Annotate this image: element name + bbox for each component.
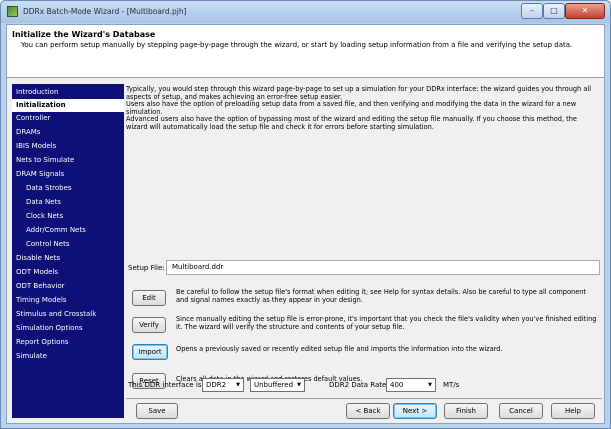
- finish-button[interactable]: Finish: [444, 403, 488, 419]
- chevron-down-icon: ▼: [236, 382, 240, 388]
- import-description: Opens a previously saved or recently edi…: [176, 345, 503, 353]
- back-button[interactable]: < Back: [346, 403, 390, 419]
- nav-item-addr-comm-nets[interactable]: Addr/Comm Nets: [12, 224, 124, 237]
- data-rate-select[interactable]: 400 ▼: [386, 378, 436, 392]
- setup-file-input[interactable]: Multiboard.ddr: [166, 260, 600, 275]
- edit-button[interactable]: Edit: [132, 290, 166, 306]
- nav-item-introduction[interactable]: Introduction: [12, 86, 124, 99]
- nav-item-odt-behavior[interactable]: ODT Behavior: [12, 280, 124, 293]
- maximize-button[interactable]: □: [543, 3, 565, 19]
- intro-text: Typically, you would step through this w…: [126, 85, 600, 132]
- data-rate-value: 400: [390, 381, 404, 389]
- verify-button[interactable]: Verify: [132, 317, 166, 333]
- nav-item-simulate[interactable]: Simulate: [12, 350, 124, 363]
- nav-item-dram-signals[interactable]: DRAM Signals: [12, 168, 124, 181]
- save-button[interactable]: Save: [136, 403, 178, 419]
- interface-label: This DDR interface is:: [128, 381, 204, 389]
- interface-type-select[interactable]: DDR2 ▼: [202, 378, 244, 392]
- verify-description: Since manually editing the setup file is…: [176, 315, 597, 331]
- intro-paragraph: Advanced users also have the option of b…: [126, 115, 577, 131]
- minimize-icon: –: [530, 6, 534, 15]
- nav-item-control-nets[interactable]: Control Nets: [12, 238, 124, 251]
- next-button[interactable]: Next >: [393, 403, 437, 419]
- button-bar: Save < Back Next > Finish Cancel Help: [126, 398, 602, 420]
- wizard-window: DDRx Batch-Mode Wizard - [Multiboard.pjh…: [0, 0, 611, 429]
- nav-item-initialization[interactable]: Initialization: [12, 99, 124, 112]
- minimize-button[interactable]: –: [521, 3, 543, 19]
- nav-item-ibis-models[interactable]: IBIS Models: [12, 140, 124, 153]
- nav-item-disable-nets[interactable]: Disable Nets: [12, 252, 124, 265]
- cancel-button[interactable]: Cancel: [499, 403, 543, 419]
- nav-item-drams[interactable]: DRAMs: [12, 126, 124, 139]
- setup-file-label: Setup File:: [128, 264, 165, 272]
- close-icon: ✕: [581, 6, 589, 15]
- maximize-icon: □: [550, 6, 558, 15]
- client-area: Initialize the Wizard's Database You can…: [6, 24, 605, 424]
- intro-paragraph: Users also have the option of preloading…: [126, 100, 577, 116]
- wizard-navigation: Introduction Initialization Controller D…: [12, 84, 124, 418]
- nav-item-odt-models[interactable]: ODT Models: [12, 266, 124, 279]
- nav-item-controller[interactable]: Controller: [12, 112, 124, 125]
- nav-item-nets-to-simulate[interactable]: Nets to Simulate: [12, 154, 124, 167]
- nav-item-timing-models[interactable]: Timing Models: [12, 294, 124, 307]
- data-rate-unit: MT/s: [443, 381, 460, 389]
- app-icon: [7, 6, 18, 17]
- title-bar[interactable]: DDRx Batch-Mode Wizard - [Multiboard.pjh…: [1, 1, 610, 23]
- intro-paragraph: Typically, you would step through this w…: [126, 85, 592, 101]
- help-button[interactable]: Help: [551, 403, 595, 419]
- nav-item-simulation-options[interactable]: Simulation Options: [12, 322, 124, 335]
- import-button[interactable]: Import: [132, 344, 168, 360]
- nav-item-data-nets[interactable]: Data Nets: [12, 196, 124, 209]
- interface-type-value: DDR2: [206, 381, 227, 389]
- page-description: You can perform setup manually by steppi…: [21, 41, 573, 49]
- data-rate-label: DDR2 Data Rate:: [329, 381, 389, 389]
- page-title: Initialize the Wizard's Database: [12, 30, 156, 39]
- chevron-down-icon: ▼: [428, 382, 432, 388]
- buffering-select[interactable]: Unbuffered ▼: [250, 378, 305, 392]
- nav-item-data-strobes[interactable]: Data Strobes: [12, 182, 124, 195]
- window-title: DDRx Batch-Mode Wizard - [Multiboard.pjh…: [23, 7, 187, 16]
- edit-description: Be careful to follow the setup file's fo…: [176, 288, 587, 304]
- nav-item-report-options[interactable]: Report Options: [12, 336, 124, 349]
- nav-item-stimulus-crosstalk[interactable]: Stimulus and Crosstalk: [12, 308, 124, 321]
- chevron-down-icon: ▼: [297, 382, 301, 388]
- buffering-value: Unbuffered: [254, 381, 294, 389]
- page-header: Initialize the Wizard's Database You can…: [7, 25, 604, 78]
- close-button[interactable]: ✕: [565, 3, 605, 19]
- main-panel: Typically, you would step through this w…: [126, 84, 602, 396]
- nav-item-clock-nets[interactable]: Clock Nets: [12, 210, 124, 223]
